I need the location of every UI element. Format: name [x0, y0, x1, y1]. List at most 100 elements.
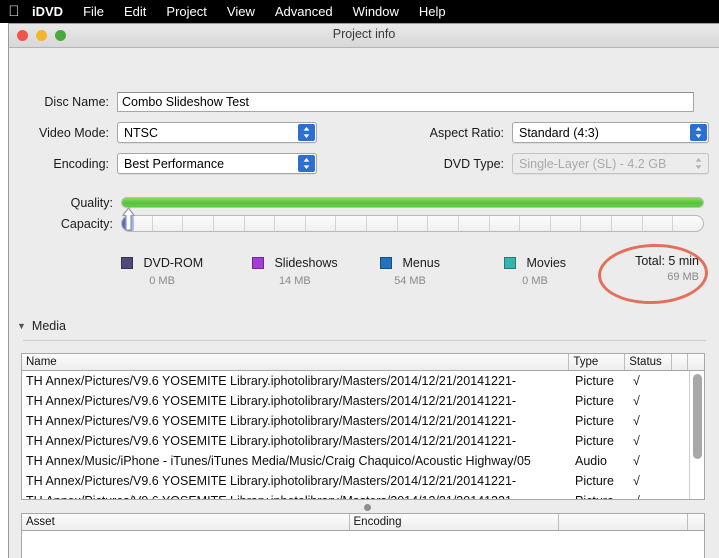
apple-logo-icon[interactable]:  — [4, 4, 24, 19]
chevron-updown-icon — [690, 155, 707, 172]
aspect-ratio-label: Aspect Ratio: — [429, 125, 504, 140]
capacity-segment — [153, 216, 184, 231]
chevron-updown-icon — [298, 124, 315, 141]
media-row-status-check-icon: √ — [633, 454, 640, 468]
dvd-type-select: Single-Layer (SL) - 4.2 GB — [512, 153, 709, 174]
capacity-segment — [612, 216, 643, 231]
capacity-position-marker[interactable] — [121, 207, 136, 231]
chevron-updown-icon — [690, 124, 707, 141]
media-list-scrollbar[interactable] — [689, 371, 704, 499]
media-list-row[interactable]: TH Annex/Music/iPhone - iTunes/iTunes Me… — [22, 451, 704, 471]
pane-splitter-handle[interactable] — [364, 504, 371, 511]
encoding-value: Best Performance — [124, 156, 225, 171]
video-mode-row: Video Mode: NTSC — [9, 122, 317, 143]
dvd-type-label: DVD Type: — [443, 156, 504, 171]
media-row-type: Picture — [575, 434, 614, 448]
menu-item-project[interactable]: Project — [156, 4, 216, 19]
disc-name-label: Disc Name: — [44, 95, 109, 109]
legend-label-slideshows: Slideshows — [274, 255, 338, 270]
legend-size-slideshows: 14 MB — [278, 275, 311, 287]
media-list-row[interactable]: TH Annex/Pictures/V9.6 YOSEMITE Library.… — [22, 411, 704, 431]
asset-list-header: Asset Encoding — [22, 514, 704, 531]
media-column-status[interactable]: Status — [625, 354, 673, 370]
menu-item-help[interactable]: Help — [409, 4, 456, 19]
menu-item-edit[interactable]: Edit — [114, 4, 156, 19]
aspect-ratio-value: Standard (4:3) — [519, 125, 599, 140]
media-list-scrollbar-thumb[interactable] — [693, 374, 702, 459]
legend-label-menus: Menus — [402, 255, 440, 270]
asset-column-extra-1[interactable] — [559, 514, 689, 530]
video-mode-select[interactable]: NTSC — [117, 122, 317, 143]
capacity-meter — [121, 215, 704, 232]
total-duration: Total: 5 min — [635, 254, 699, 268]
encoding-label: Encoding: — [53, 156, 109, 171]
media-list-header: Name Type Status — [22, 354, 704, 371]
legend-item-movies: Movies 0 MB — [504, 254, 566, 287]
capacity-segment — [459, 216, 490, 231]
menu-item-window[interactable]: Window — [343, 4, 409, 19]
menu-item-file[interactable]: File — [73, 4, 114, 19]
media-row-type: Picture — [575, 474, 614, 488]
legend-item-menus: Menus 54 MB — [380, 254, 440, 287]
media-column-name[interactable]: Name — [22, 354, 570, 370]
capacity-segment — [306, 216, 337, 231]
media-column-type[interactable]: Type — [569, 354, 626, 370]
media-row-status-check-icon: √ — [633, 374, 640, 388]
media-list-row[interactable]: TH Annex/Pictures/V9.6 YOSEMITE Library.… — [22, 491, 704, 499]
quality-label: Quality: — [70, 196, 113, 210]
capacity-label: Capacity: — [60, 217, 113, 231]
legend-swatch-slideshows — [252, 256, 264, 269]
capacity-segment — [673, 216, 703, 231]
total-summary: Total: 5 min 69 MB — [594, 254, 699, 283]
capacity-segment — [643, 216, 674, 231]
media-list-row[interactable]: TH Annex/Pictures/V9.6 YOSEMITE Library.… — [22, 391, 704, 411]
media-row-type: Picture — [575, 414, 614, 428]
capacity-segment — [428, 216, 459, 231]
capacity-segment — [214, 216, 245, 231]
aspect-ratio-select[interactable]: Standard (4:3) — [512, 122, 709, 143]
dvd-type-value: Single-Layer (SL) - 4.2 GB — [519, 156, 667, 171]
encoding-select[interactable]: Best Performance — [117, 153, 317, 174]
legend-size-menus: 54 MB — [394, 275, 426, 287]
media-list-row[interactable]: TH Annex/Pictures/V9.6 YOSEMITE Library.… — [22, 471, 704, 491]
media-row-type: Picture — [575, 394, 614, 408]
media-row-name: TH Annex/Pictures/V9.6 YOSEMITE Library.… — [26, 434, 517, 448]
media-section-header[interactable]: ▼ Media — [17, 319, 66, 333]
window-titlebar[interactable]: Project info — [9, 24, 719, 48]
media-row-type: Audio — [575, 454, 607, 468]
asset-column-asset[interactable]: Asset — [22, 514, 350, 530]
project-info-window: Project info Disc Name: Combo Slideshow … — [8, 23, 719, 558]
media-row-name: TH Annex/Pictures/V9.6 YOSEMITE Library.… — [26, 394, 517, 408]
media-row-status-check-icon: √ — [633, 434, 640, 448]
aspect-ratio-row: Aspect Ratio: Standard (4:3) — [409, 122, 709, 143]
disclosure-triangle-icon[interactable]: ▼ — [17, 321, 26, 331]
media-list-row[interactable]: TH Annex/Pictures/V9.6 YOSEMITE Library.… — [22, 431, 704, 451]
asset-column-extra-2[interactable] — [688, 514, 704, 530]
menu-item-advanced[interactable]: Advanced — [265, 4, 343, 19]
media-row-status-check-icon: √ — [633, 394, 640, 408]
quality-meter — [121, 197, 704, 208]
video-mode-value: NTSC — [124, 125, 159, 140]
total-size: 69 MB — [667, 271, 699, 283]
disc-name-input[interactable]: Combo Slideshow Test — [117, 92, 694, 112]
asset-column-encoding[interactable]: Encoding — [350, 514, 560, 530]
legend-item-slideshows: Slideshows 14 MB — [252, 254, 338, 287]
legend-swatch-menus — [380, 256, 392, 269]
media-row-type: Picture — [575, 374, 614, 388]
legend-swatch-dvd-rom — [121, 256, 133, 269]
media-list[interactable]: Name Type Status TH Annex/Pictures/V9.6 … — [21, 353, 705, 500]
media-section-divider — [23, 340, 706, 341]
media-row-name: TH Annex/Pictures/V9.6 YOSEMITE Library.… — [26, 414, 517, 428]
media-row-name: TH Annex/Pictures/V9.6 YOSEMITE Library.… — [26, 474, 517, 488]
media-list-row[interactable]: TH Annex/Pictures/V9.6 YOSEMITE Library.… — [22, 371, 704, 391]
menu-item-idvd[interactable]: iDVD — [24, 4, 73, 19]
chevron-updown-icon — [298, 155, 315, 172]
media-row-name: TH Annex/Pictures/V9.6 YOSEMITE Library.… — [22, 494, 571, 499]
encoding-row: Encoding: Best Performance — [9, 153, 317, 174]
media-column-extra-1[interactable] — [672, 354, 689, 370]
menu-item-view[interactable]: View — [217, 4, 265, 19]
window-title: Project info — [332, 27, 396, 41]
media-row-name: TH Annex/Music/iPhone - iTunes/iTunes Me… — [26, 454, 531, 468]
asset-list[interactable]: Asset Encoding — [21, 513, 705, 558]
media-column-extra-2[interactable] — [688, 354, 704, 370]
